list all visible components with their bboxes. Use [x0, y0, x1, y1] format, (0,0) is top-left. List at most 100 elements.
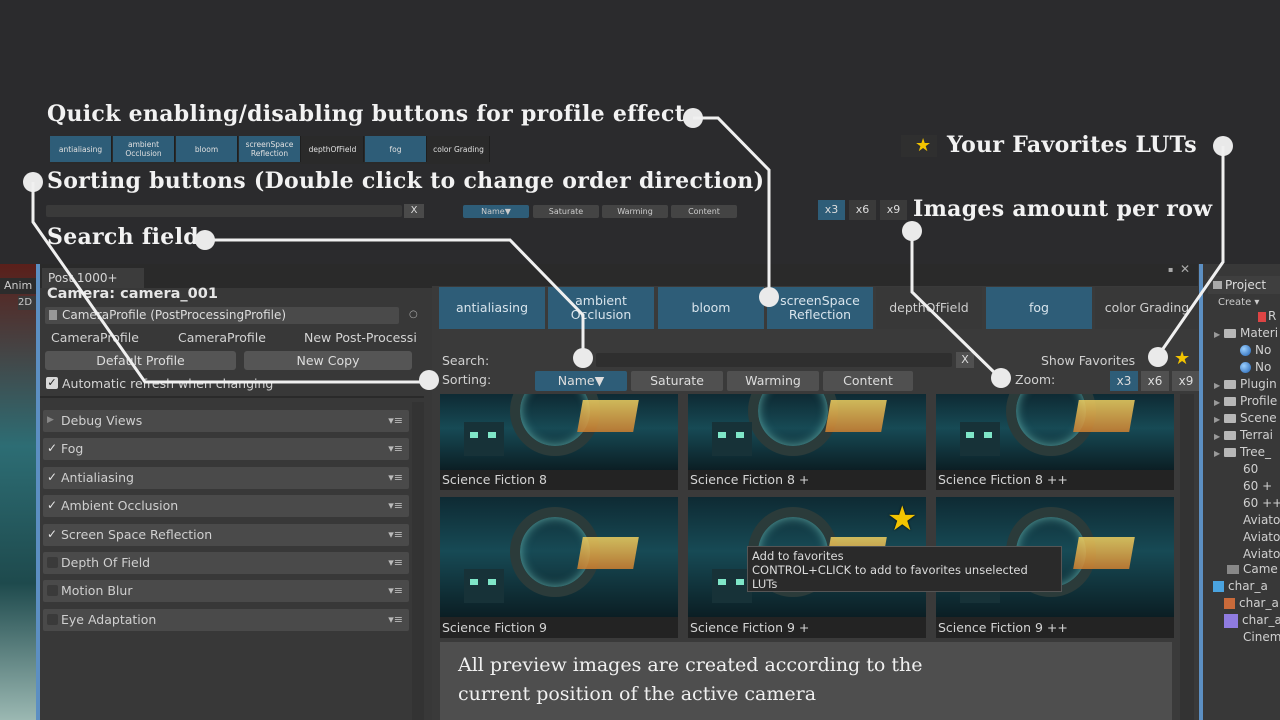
- lut-thumbnail[interactable]: Science Fiction 9: [440, 497, 678, 638]
- sort-content-button[interactable]: Content: [823, 371, 913, 391]
- lut-thumbnail[interactable]: Science Fiction 8: [440, 394, 678, 490]
- mini-search-field[interactable]: [46, 205, 402, 217]
- mini-sort-warming[interactable]: Warming: [602, 205, 668, 218]
- zoom-x6-button[interactable]: x6: [1141, 371, 1169, 391]
- favorite-star-icon[interactable]: ★: [887, 499, 917, 539]
- mini-effect-fog[interactable]: fog: [365, 136, 427, 162]
- window-maximize-icon[interactable]: ▪: [1168, 265, 1173, 274]
- mini-effect-bloom[interactable]: bloom: [176, 136, 238, 162]
- row-menu-icon[interactable]: ▾≡: [388, 580, 403, 602]
- project-item[interactable]: char_a: [1213, 578, 1268, 594]
- checkbox-unchecked[interactable]: [47, 614, 58, 625]
- lut-thumbnail[interactable]: Science Fiction 8 ++: [936, 394, 1174, 490]
- search-input[interactable]: [596, 353, 952, 367]
- row-menu-icon[interactable]: ▾≡: [388, 552, 403, 574]
- fx-toggle-button[interactable]: fog: [986, 287, 1092, 329]
- fx-toggle-button[interactable]: bloom: [658, 287, 764, 329]
- checkbox-checked[interactable]: ✓: [47, 471, 58, 483]
- project-tab[interactable]: Project: [1208, 276, 1280, 294]
- project-item[interactable]: ▶ Terrai: [1214, 427, 1273, 443]
- profile-option-1[interactable]: CameraProfile: [51, 330, 139, 345]
- fx-toggle-button[interactable]: screenSpace Reflection: [767, 287, 873, 329]
- left-strip-tab[interactable]: Anim: [0, 278, 36, 294]
- effect-row[interactable]: ✓ Screen Space Reflection ▾≡: [43, 524, 409, 546]
- row-menu-icon[interactable]: ▾≡: [388, 438, 403, 460]
- sort-name-button[interactable]: Name▼: [535, 371, 627, 391]
- expand-arrow-icon[interactable]: ▶: [1214, 378, 1224, 394]
- effect-row[interactable]: ✓ Ambient Occlusion ▾≡: [43, 495, 409, 517]
- expand-arrow-icon[interactable]: ▶: [47, 415, 58, 426]
- fx-toggle-button[interactable]: depthOfField: [876, 287, 982, 329]
- lut-thumbnail[interactable]: Science Fiction 8 +: [688, 394, 926, 490]
- checkbox-unchecked[interactable]: [47, 585, 58, 596]
- default-profile-button[interactable]: Default Profile: [45, 351, 236, 370]
- fx-toggle-button[interactable]: ambient Occlusion: [548, 287, 654, 329]
- project-item[interactable]: Came: [1227, 561, 1278, 577]
- row-menu-icon[interactable]: ▾≡: [388, 410, 403, 432]
- mini-sort-name[interactable]: Name▼: [463, 205, 529, 218]
- project-item[interactable]: ▶ Materi: [1214, 325, 1278, 341]
- project-item[interactable]: Aviato: [1243, 546, 1280, 562]
- sort-warming-button[interactable]: Warming: [727, 371, 819, 391]
- project-item[interactable]: Cinem: [1243, 629, 1280, 645]
- project-item[interactable]: No: [1240, 359, 1271, 375]
- project-item[interactable]: char_a: [1224, 595, 1279, 611]
- fx-toggle-button[interactable]: antialiasing: [439, 287, 545, 329]
- mini-sort-saturate[interactable]: Saturate: [533, 205, 599, 218]
- mini-sort-content[interactable]: Content: [671, 205, 737, 218]
- project-item[interactable]: ▶ Plugin: [1214, 376, 1277, 392]
- project-item[interactable]: 60 +: [1243, 478, 1272, 494]
- effect-row[interactable]: Eye Adaptation ▾≡: [43, 609, 409, 631]
- checkbox-checked[interactable]: ✓: [47, 499, 58, 511]
- project-item[interactable]: char_a: [1224, 612, 1280, 628]
- effect-row[interactable]: Depth Of Field ▾≡: [43, 552, 409, 574]
- row-menu-icon[interactable]: ▾≡: [388, 467, 403, 489]
- project-item[interactable]: ▶ Tree_: [1214, 444, 1271, 460]
- close-icon[interactable]: ✕: [1180, 262, 1190, 276]
- expand-arrow-icon[interactable]: ▶: [1214, 327, 1224, 343]
- mini-effect-antialiasing[interactable]: antialiasing: [50, 136, 112, 162]
- expand-arrow-icon[interactable]: ▶: [1214, 395, 1224, 411]
- mini-zoom-x9[interactable]: x9: [880, 200, 907, 220]
- checkbox-checked[interactable]: ✓: [47, 528, 58, 540]
- left-strip-mode[interactable]: 2D: [18, 296, 36, 310]
- project-item[interactable]: 60 ++: [1243, 495, 1280, 511]
- mini-search-clear-button[interactable]: X: [404, 204, 424, 218]
- project-item[interactable]: ▶ Profile: [1214, 393, 1277, 409]
- checkbox-checked[interactable]: ✓: [47, 442, 58, 454]
- project-item[interactable]: R: [1258, 308, 1276, 324]
- mini-zoom-x6[interactable]: x6: [849, 200, 876, 220]
- project-create-button[interactable]: Create ▾: [1218, 297, 1259, 308]
- expand-arrow-icon[interactable]: ▶: [1214, 446, 1224, 462]
- mini-effect-color-grading[interactable]: color Grading: [428, 136, 490, 162]
- effect-row[interactable]: Motion Blur ▾≡: [43, 580, 409, 602]
- auto-refresh-checkbox[interactable]: ✓: [46, 377, 58, 389]
- project-item[interactable]: 60: [1243, 461, 1258, 477]
- profile-settings-icon[interactable]: ○: [409, 309, 418, 320]
- expand-arrow-icon[interactable]: ▶: [1214, 412, 1224, 428]
- mini-effect-dof[interactable]: depthOfField: [302, 136, 364, 162]
- row-menu-icon[interactable]: ▾≡: [388, 524, 403, 546]
- row-menu-icon[interactable]: ▾≡: [388, 609, 403, 631]
- mini-effect-ambient-occlusion[interactable]: ambient Occlusion: [113, 136, 175, 162]
- effect-row[interactable]: ✓ Fog ▾≡: [43, 438, 409, 460]
- project-item[interactable]: No: [1240, 342, 1271, 358]
- zoom-x9-button[interactable]: x9: [1172, 371, 1200, 391]
- profile-field[interactable]: CameraProfile (PostProcessingProfile): [45, 307, 399, 324]
- expand-arrow-icon[interactable]: ▶: [1214, 429, 1224, 445]
- show-favorites-star-icon[interactable]: ★: [1174, 349, 1190, 369]
- project-item[interactable]: Aviato: [1243, 512, 1280, 528]
- window-tab[interactable]: Post 1000+: [42, 268, 144, 288]
- sort-saturate-button[interactable]: Saturate: [631, 371, 723, 391]
- checkbox-unchecked[interactable]: [47, 557, 58, 568]
- row-menu-icon[interactable]: ▾≡: [388, 495, 403, 517]
- search-clear-button[interactable]: X: [956, 352, 974, 368]
- profile-option-3[interactable]: New Post-Processi: [304, 330, 417, 345]
- new-copy-button[interactable]: New Copy: [244, 351, 412, 370]
- mini-zoom-x3[interactable]: x3: [818, 200, 845, 220]
- fx-toggle-button[interactable]: color Grading: [1095, 287, 1199, 329]
- mini-effect-ssr[interactable]: screenSpace Reflection: [239, 136, 301, 162]
- profile-option-2[interactable]: CameraProfile: [178, 330, 266, 345]
- effect-row[interactable]: ✓ Antialiasing ▾≡: [43, 467, 409, 489]
- zoom-x3-button[interactable]: x3: [1110, 371, 1138, 391]
